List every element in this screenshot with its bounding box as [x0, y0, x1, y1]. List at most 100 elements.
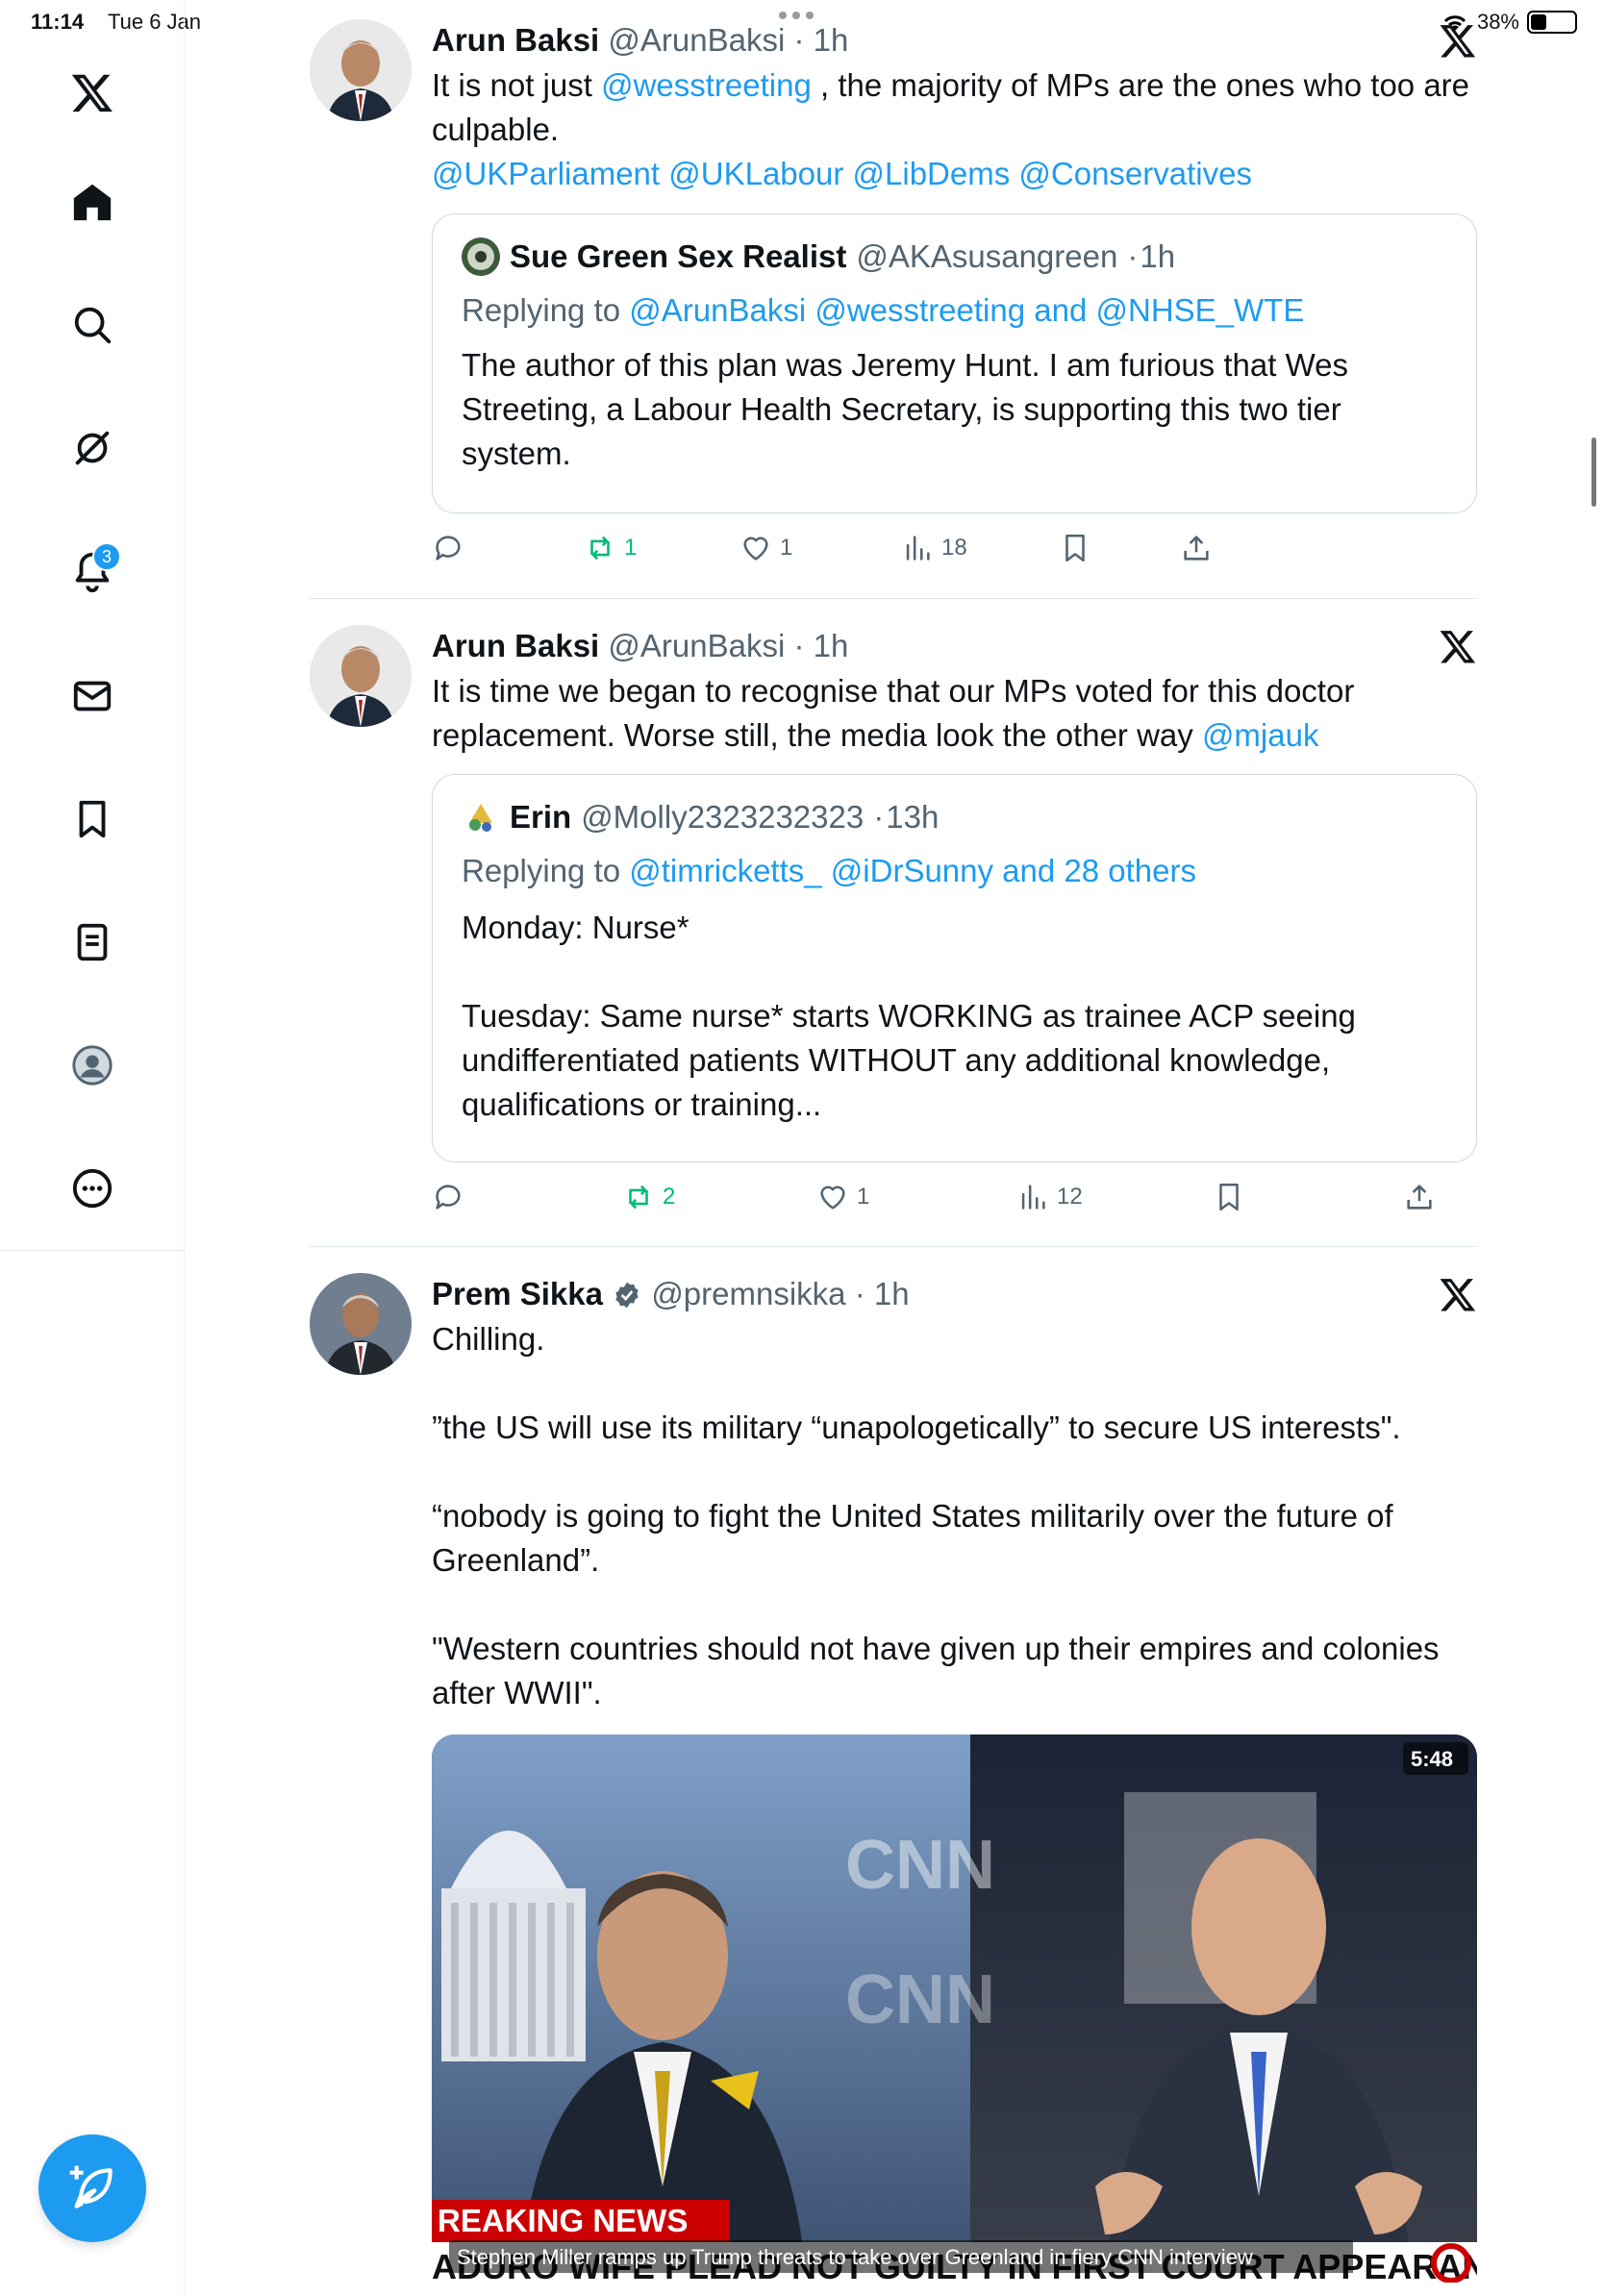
tweet-time[interactable]: 1h — [814, 22, 849, 58]
repost-button[interactable]: 1 — [584, 529, 637, 567]
quote-header: Erin @Molly2323232323 · 13h — [462, 796, 1447, 838]
quoted-tweet[interactable]: Sue Green Sex Realist @AKAsusangreen · 1… — [432, 213, 1477, 513]
tweet-actions: 2 1 12 — [432, 1178, 1477, 1226]
tweet-divider — [310, 598, 1477, 599]
reply-button[interactable] — [432, 529, 464, 567]
x-logo-icon[interactable] — [1439, 1275, 1477, 1313]
share-icon — [1184, 536, 1209, 561]
sidebar: 3 — [0, 0, 185, 2296]
tweet-header: Prem Sikka @premnsikka · 1h — [432, 1276, 910, 1311]
bookmark-button[interactable] — [1059, 529, 1091, 567]
video-duration: 5:48 — [1411, 1747, 1453, 1771]
multitasking-dots-icon[interactable] — [779, 12, 814, 19]
tweet-time[interactable]: 1h — [874, 1276, 910, 1311]
like-count: 1 — [857, 1184, 870, 1210]
search-icon[interactable] — [63, 296, 121, 354]
quoted-tweet[interactable]: Erin @Molly2323232323 · 13h Replying to … — [432, 774, 1477, 1162]
bookmarks-icon[interactable] — [63, 790, 121, 848]
tweet-divider — [310, 1246, 1477, 1247]
replying-to-links[interactable]: @timricketts_ @iDrSunny and 28 others — [629, 853, 1196, 888]
network-watermark: CNN — [845, 1827, 995, 1904]
sidebar-divider — [0, 1250, 185, 1251]
avatar[interactable] — [310, 625, 412, 727]
tweet-body: Prem Sikka @premnsikka · 1h Chilling. ”t… — [432, 1273, 1477, 1715]
tweet-text-para4: "Western countries should not have given… — [432, 1631, 1440, 1710]
repost-icon — [629, 1185, 648, 1210]
quote-text-line2: Tuesday: Same nurse* starts WORKING as t… — [462, 998, 1356, 1122]
feather-plus-icon — [69, 2165, 113, 2209]
messages-icon[interactable] — [63, 667, 121, 725]
author-handle[interactable]: @ArunBaksi — [608, 22, 785, 58]
mention-link[interactable]: @wesstreeting — [601, 67, 812, 103]
quote-time: 1h — [1140, 238, 1176, 274]
tweet-time[interactable]: 1h — [814, 628, 849, 663]
author-name[interactable]: Prem Sikka — [432, 1276, 603, 1311]
heart-icon — [743, 537, 768, 561]
tweet-header: Arun Baksi @ArunBaksi · 1h — [432, 22, 849, 58]
repost-count: 2 — [663, 1184, 676, 1210]
tweet[interactable]: Arun Baksi @ArunBaksi · 1h It is time we… — [310, 625, 1477, 1211]
quote-replying-to: Replying to @timricketts_ @iDrSunny and … — [462, 853, 1196, 888]
reply-icon — [436, 536, 461, 561]
home-icon[interactable] — [63, 173, 121, 231]
views-button[interactable]: 18 — [901, 529, 967, 567]
video-player[interactable]: CNN CNN REAKING NEWS ADURO WIFE PLEAD NO… — [432, 1734, 1477, 2283]
share-button[interactable] — [1403, 1178, 1436, 1216]
profile-icon[interactable] — [63, 1036, 121, 1094]
tweet-text-para3: “nobody is going to fight the United Sta… — [432, 1498, 1393, 1578]
grok-icon[interactable] — [63, 419, 121, 477]
mentions-line[interactable]: @UKParliament @UKLabour @LibDems @Conser… — [432, 152, 1477, 196]
tweet[interactable]: Prem Sikka @premnsikka · 1h Chilling. ”t… — [310, 1273, 1477, 2296]
tweet-header: Arun Baksi @ArunBaksi · 1h — [432, 628, 849, 663]
tweet-text: It is not just @wesstreeting , the major… — [432, 67, 1470, 147]
views-icon — [906, 536, 930, 561]
scrollbar-thumb[interactable] — [1591, 437, 1596, 507]
video-thumbnail: CNN CNN REAKING NEWS ADURO WIFE PLEAD NO… — [432, 1734, 1477, 2283]
tweet-text-para1: Chilling. — [432, 1321, 545, 1357]
author-name[interactable]: Arun Baksi — [432, 22, 599, 58]
reply-icon — [436, 1185, 461, 1210]
mention-link[interactable]: @mjauk — [1202, 717, 1319, 753]
compose-post-button[interactable] — [38, 2134, 146, 2242]
repost-count: 1 — [624, 535, 638, 561]
lists-icon[interactable] — [63, 913, 121, 971]
repost-icon — [590, 536, 610, 561]
breaking-banner: REAKING NEWS — [438, 2203, 688, 2238]
tweet-actions: 1 1 18 — [432, 529, 1477, 577]
share-icon — [1407, 1185, 1432, 1210]
notifications-icon[interactable]: 3 — [63, 542, 121, 600]
like-button[interactable]: 1 — [816, 1178, 869, 1216]
reply-button[interactable] — [432, 1178, 464, 1216]
view-count: 18 — [941, 535, 967, 561]
avatar[interactable] — [310, 19, 412, 121]
quote-author-handle[interactable]: @AKAsusangreen — [856, 236, 1117, 278]
like-button[interactable]: 1 — [739, 529, 792, 567]
avatar[interactable] — [310, 1273, 412, 1375]
repost-button[interactable]: 2 — [622, 1178, 675, 1216]
quote-avatar[interactable] — [462, 798, 500, 836]
quote-author-name[interactable]: Erin — [510, 796, 571, 838]
share-button[interactable] — [1180, 529, 1213, 567]
quote-avatar[interactable] — [462, 237, 500, 276]
tweet-body: Arun Baksi @ArunBaksi · 1h It is time we… — [432, 625, 1477, 758]
like-count: 1 — [780, 535, 793, 561]
replying-to-links[interactable]: @ArunBaksi @wesstreeting and @NHSE_WTE — [629, 292, 1304, 328]
author-handle[interactable]: @premnsikka — [651, 1276, 845, 1311]
x-logo-icon[interactable] — [1439, 21, 1477, 60]
tweet[interactable]: Arun Baksi @ArunBaksi · 1h It is not jus… — [310, 19, 1477, 577]
tweet-text-para2: ”the US will use its military “unapologe… — [432, 1410, 1401, 1445]
author-name[interactable]: Arun Baksi — [432, 628, 599, 663]
author-handle[interactable]: @ArunBaksi — [608, 628, 785, 663]
more-icon[interactable] — [63, 1160, 121, 1217]
views-button[interactable]: 12 — [1016, 1178, 1083, 1216]
bookmark-icon — [1219, 1183, 1239, 1211]
view-count: 12 — [1057, 1184, 1083, 1210]
quote-replying-to: Replying to @ArunBaksi @wesstreeting and… — [462, 292, 1305, 328]
quote-author-handle[interactable]: @Molly2323232323 — [581, 796, 864, 838]
x-logo-icon[interactable] — [63, 63, 121, 121]
x-logo-icon[interactable] — [1439, 627, 1477, 665]
bookmark-button[interactable] — [1213, 1178, 1245, 1216]
bookmark-icon — [1065, 534, 1085, 562]
quote-author-name[interactable]: Sue Green Sex Realist — [510, 236, 846, 278]
quote-text: The author of this plan was Jeremy Hunt.… — [462, 347, 1348, 471]
